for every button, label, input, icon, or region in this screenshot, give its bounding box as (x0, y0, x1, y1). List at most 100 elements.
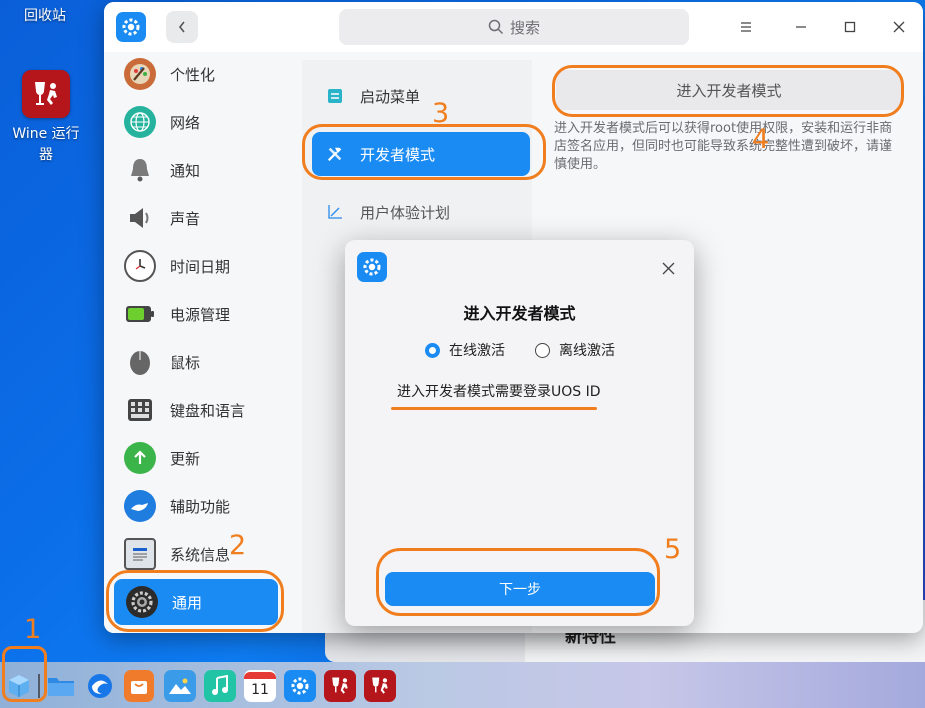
sidebar-item-datetime[interactable]: 时间日期 (112, 244, 280, 288)
chart-trend-icon (326, 203, 344, 221)
sidebar-item-system-info[interactable]: 系统信息 (112, 532, 280, 576)
close-window-button[interactable] (886, 14, 912, 40)
annotation-number-4: 4 (752, 124, 770, 155)
calendar-header (244, 671, 276, 679)
keyboard-icon (124, 394, 156, 426)
network-globe-icon (124, 106, 156, 138)
sidebar-item-label: 通用 (172, 593, 203, 612)
submenu-item-label: 启动菜单 (360, 87, 421, 106)
launcher-icon[interactable] (3, 670, 35, 702)
palette-icon (124, 58, 156, 90)
calendar-day: 11 (251, 681, 269, 698)
annotation-number-5: 5 (664, 534, 682, 565)
back-button[interactable] (166, 11, 198, 43)
developer-mode-dialog: 进入开发者模式 在线激活 离线激活 进入开发者模式需要登录UOS ID 下一步 (345, 240, 694, 626)
image-viewer-icon[interactable] (164, 670, 196, 702)
menu-list-icon (326, 87, 344, 105)
sidebar-item-keyboard[interactable]: 键盘和语言 (112, 388, 280, 432)
sidebar-item-power[interactable]: 电源管理 (112, 292, 280, 336)
app-store-icon[interactable] (124, 670, 154, 702)
wine-app-icon[interactable] (324, 670, 356, 702)
radio-label: 离线激活 (559, 343, 615, 359)
maximize-icon (844, 21, 856, 33)
sidebar-item-label: 通知 (170, 161, 201, 180)
dialog-close-button[interactable] (656, 256, 680, 280)
sidebar-item-label: 网络 (170, 113, 201, 132)
titlebar: 搜索 (104, 2, 923, 52)
hamburger-menu-icon (741, 22, 751, 32)
radio-unselected-indicator (535, 342, 550, 358)
hand-icon (124, 490, 156, 522)
wine-label-line2: 器 (39, 147, 53, 163)
sidebar-item-network[interactable]: 网络 (112, 100, 280, 144)
music-icon[interactable] (204, 670, 236, 702)
sidebar-item-label: 声音 (170, 209, 201, 228)
update-arrow-icon (124, 442, 156, 474)
uos-info-icon (124, 538, 156, 570)
sidebar-item-mouse[interactable]: 鼠标 (112, 340, 280, 384)
dock-separator (38, 674, 40, 698)
sidebar-item-label: 个性化 (170, 65, 216, 84)
sidebar-item-label: 更新 (170, 449, 201, 468)
recycle-bin-desktop-icon[interactable]: 回收站 (24, 6, 66, 27)
chevron-left-icon (178, 21, 185, 33)
enter-developer-mode-button[interactable]: 进入开发者模式 (556, 70, 902, 110)
submenu-item-developer-mode[interactable]: 开发者模式 (312, 132, 530, 176)
close-icon (662, 262, 674, 274)
control-center-app-icon (357, 252, 387, 282)
speaker-icon (124, 202, 156, 234)
sidebar-item-label: 鼠标 (170, 353, 201, 372)
annotation-number-1: 1 (24, 614, 42, 645)
annotation-underline (391, 407, 597, 410)
submenu-item-ux-program[interactable]: 用户体验计划 (312, 190, 530, 234)
submenu-item-label: 开发者模式 (360, 145, 436, 164)
sidebar-item-general[interactable]: 通用 (114, 579, 278, 625)
sidebar-item-label: 键盘和语言 (170, 401, 246, 420)
recycle-bin-label: 回收站 (24, 8, 66, 24)
calendar-icon[interactable]: 11 (244, 670, 276, 702)
wine-app-icon-2[interactable] (364, 670, 396, 702)
file-manager-icon[interactable] (45, 670, 77, 702)
gear-icon (126, 586, 158, 618)
dock: 11 (0, 662, 925, 708)
tools-icon (326, 145, 344, 163)
close-icon (893, 21, 905, 33)
radio-offline-activation[interactable]: 离线激活 (535, 340, 615, 360)
browser-icon[interactable] (84, 670, 116, 702)
sidebar-item-label: 电源管理 (170, 305, 231, 324)
submenu-item-label: 用户体验计划 (360, 203, 451, 222)
minimize-button[interactable] (788, 14, 814, 40)
search-input[interactable]: 搜索 (339, 9, 689, 45)
control-center-icon[interactable] (284, 670, 316, 702)
search-placeholder: 搜索 (509, 18, 540, 37)
annotation-number-2: 2 (229, 530, 247, 561)
menu-button[interactable] (733, 14, 759, 40)
sidebar-item-accessibility[interactable]: 辅助功能 (112, 484, 280, 528)
radio-selected-indicator (425, 342, 440, 358)
wine-label-line1: Wine 运行 (12, 126, 80, 142)
sidebar-item-notification[interactable]: 通知 (112, 148, 280, 192)
maximize-button[interactable] (837, 14, 863, 40)
dialog-message: 进入开发者模式需要登录UOS ID (397, 384, 601, 400)
minimize-icon (796, 26, 806, 28)
sidebar-item-update[interactable]: 更新 (112, 436, 280, 480)
submenu-item-boot-menu[interactable]: 启动菜单 (312, 74, 530, 118)
search-icon (488, 19, 504, 35)
clock-icon (124, 250, 156, 282)
radio-label: 在线激活 (449, 343, 505, 359)
battery-icon (124, 298, 156, 330)
wine-desktop-icon[interactable]: Wine 运行 器 (6, 70, 86, 166)
sidebar-item-label: 系统信息 (170, 545, 231, 564)
developer-mode-description: 进入开发者模式后可以获得root使用权限，安装和运行非商店签名应用，但同时也可能… (554, 121, 893, 172)
sidebar-item-sound[interactable]: 声音 (112, 196, 280, 240)
sidebar-item-personalization[interactable]: 个性化 (112, 52, 280, 96)
sidebar-item-label: 辅助功能 (170, 497, 231, 516)
dialog-title: 进入开发者模式 (463, 304, 576, 323)
radio-online-activation[interactable]: 在线激活 (425, 340, 505, 360)
sidebar-item-label: 时间日期 (170, 257, 231, 276)
control-center-app-icon (116, 12, 146, 42)
next-step-button[interactable]: 下一步 (385, 572, 655, 606)
bell-icon (124, 154, 156, 186)
wine-icon (22, 70, 70, 118)
mouse-icon (124, 346, 156, 378)
